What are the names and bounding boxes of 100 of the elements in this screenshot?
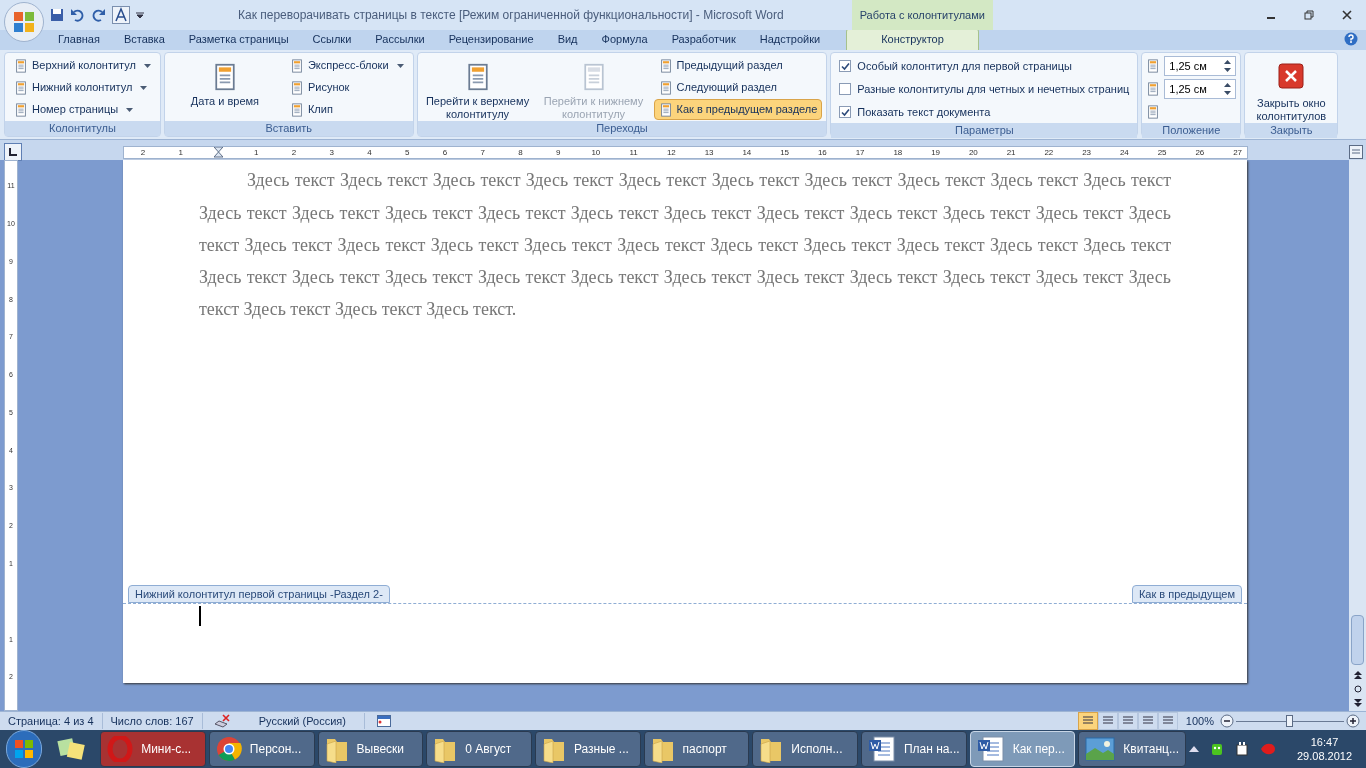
document-icon (1146, 82, 1161, 96)
word-document-icon (868, 735, 896, 763)
close-header-button[interactable]: Закрыть окно колонтитулов (1249, 55, 1334, 123)
taskbar-button[interactable]: 0 Август (426, 731, 532, 767)
window-title: Как переворачивать страницы в тексте [Режим ограниченной функциональности] - Microsoft Word (238, 7, 784, 24)
ribbon-button[interactable]: Рисунок (284, 77, 409, 98)
ribbon-tab[interactable]: Конструктор (846, 28, 979, 50)
dropdown-button[interactable]: Экспресс-блоки (284, 55, 409, 76)
spin-field[interactable]: 1,25 см (1164, 79, 1237, 99)
ribbon-tab[interactable]: Рассылки (363, 28, 437, 50)
ruler-number: 3 (328, 147, 335, 158)
restore-icon[interactable] (1304, 10, 1314, 20)
next-page-icon[interactable] (1353, 699, 1362, 707)
page-count[interactable]: Страница: 4 из 4 (0, 712, 103, 730)
view-mode-button[interactable] (1097, 712, 1118, 730)
ribbon-tab[interactable]: Разметка страницы (176, 28, 301, 50)
document-icon (658, 58, 673, 73)
view-mode-button[interactable] (1157, 712, 1178, 730)
view-mode-button[interactable] (1117, 712, 1138, 730)
zoom-out-icon[interactable] (1220, 714, 1234, 728)
spelling-check-icon[interactable] (212, 714, 231, 728)
spin-field[interactable]: 1,25 см (1164, 56, 1237, 76)
ribbon-tab[interactable]: Формула (589, 28, 660, 50)
dropdown-button[interactable]: Верхний колонтитул (9, 55, 156, 76)
power-plug-icon[interactable] (1234, 741, 1249, 757)
ribbon-tab[interactable]: Вид (545, 28, 590, 50)
help-icon[interactable] (1344, 32, 1358, 46)
redo-icon[interactable] (92, 8, 106, 22)
show-hidden-icons-icon[interactable] (1188, 746, 1199, 752)
start-button[interactable] (6, 730, 43, 768)
close-icon[interactable] (1342, 10, 1352, 20)
document-icon (289, 58, 304, 73)
ribbon-tab[interactable]: Ссылки (300, 28, 364, 50)
ruler-number: 27 (1232, 147, 1244, 158)
opera-icon (107, 736, 134, 762)
word-count[interactable]: Число слов: 167 (102, 712, 203, 730)
ribbon-tab[interactable]: Рецензирование (436, 28, 546, 50)
checkbox[interactable] (839, 60, 852, 72)
ribbon-tab[interactable]: Главная (46, 28, 112, 50)
taskbar-button[interactable]: паспорт (643, 731, 750, 767)
group-label: Вставить (164, 121, 413, 136)
checkbox[interactable] (839, 106, 852, 118)
taskbar-button[interactable]: Исполн... (752, 731, 858, 767)
dropdown-button[interactable]: Нижний колонтитул (9, 77, 156, 98)
context-tab-label: Работа с колонтитулами (851, 0, 993, 30)
save-icon[interactable] (50, 8, 64, 22)
checkbox-option[interactable]: Особый колонтитул для первой страницы (835, 55, 1134, 77)
ruler-number: 13 (703, 147, 715, 158)
zoom-slider-thumb[interactable] (1286, 715, 1293, 727)
clock-time[interactable]: 16:47 (1310, 735, 1339, 749)
indent-marker-icon[interactable] (213, 147, 223, 158)
ribbon-tab[interactable]: Вставка (111, 28, 177, 50)
scroll-thumb[interactable] (1351, 615, 1364, 665)
taskbar-button[interactable]: Квитанц... (1078, 731, 1186, 767)
checkbox-option[interactable]: Разные колонтитулы для четных и нечетных страниц (835, 78, 1134, 100)
spin-arrows-icon (1224, 83, 1232, 95)
ruler-number: 10 (590, 147, 602, 158)
zoom-in-icon[interactable] (1346, 714, 1360, 728)
view-mode-button[interactable] (1137, 712, 1158, 730)
customize-menu-icon[interactable] (136, 11, 144, 19)
previous-page-icon[interactable] (1353, 671, 1362, 679)
view-ruler-icon[interactable] (1349, 145, 1363, 159)
ribbon-button[interactable]: Как в предыдущем разделе (653, 99, 823, 120)
office-logo-icon (12, 10, 36, 34)
show-desktop-icon[interactable] (55, 735, 88, 763)
ruler-number: 4 (366, 147, 373, 158)
undo-icon[interactable] (70, 8, 86, 22)
browse-object-icon[interactable] (1353, 685, 1362, 693)
taskbar-button[interactable]: Мини-с... (100, 731, 206, 767)
clock-date[interactable]: 29.08.2012 (1296, 749, 1353, 763)
taskbar-button[interactable]: План на... (861, 731, 967, 767)
view-mode-button[interactable] (1077, 712, 1098, 730)
ribbon-large-button[interactable]: Перейти к верхнему колонтитулу (421, 55, 534, 121)
language-indicator[interactable]: Русский (Россия) (240, 712, 365, 730)
office-button[interactable] (4, 2, 44, 42)
ruler-number: 23 (1081, 147, 1093, 158)
ruler-number: 2 (139, 147, 147, 158)
ribbon-button[interactable]: Следующий раздел (653, 77, 823, 98)
zoom-level[interactable]: 100% (1185, 712, 1214, 730)
checkbox-option[interactable]: Показать текст документа (835, 101, 1134, 123)
zoom-slider[interactable] (1236, 714, 1344, 728)
ruler-number: 21 (1005, 147, 1017, 158)
ruler-number: 22 (1043, 147, 1055, 158)
ribbon-button[interactable]: Клип (284, 99, 409, 120)
taskbar-button[interactable]: Вывески (317, 731, 424, 767)
ruler-number: 12 (665, 147, 677, 158)
tab-stop-selector[interactable] (4, 143, 22, 161)
macro-icon[interactable] (376, 715, 391, 727)
ribbon-large-button[interactable]: Дата и время (168, 55, 281, 108)
taskbar-button[interactable]: Разные ... (534, 731, 641, 767)
vertical-scrollbar[interactable] (1349, 160, 1366, 711)
ribbon-tab[interactable]: Надстройки (747, 28, 833, 50)
group-label: Параметры (831, 123, 1138, 138)
dropdown-button[interactable]: Номер страницы (9, 99, 156, 120)
taskbar-button[interactable]: Персон... (208, 731, 315, 767)
ribbon-button[interactable]: Предыдущий раздел (653, 55, 823, 76)
caret-icon (126, 107, 134, 112)
ribbon-tab[interactable]: Разработчик (659, 28, 748, 50)
ruler-number: 6 (441, 147, 449, 158)
checkbox[interactable] (839, 83, 852, 95)
